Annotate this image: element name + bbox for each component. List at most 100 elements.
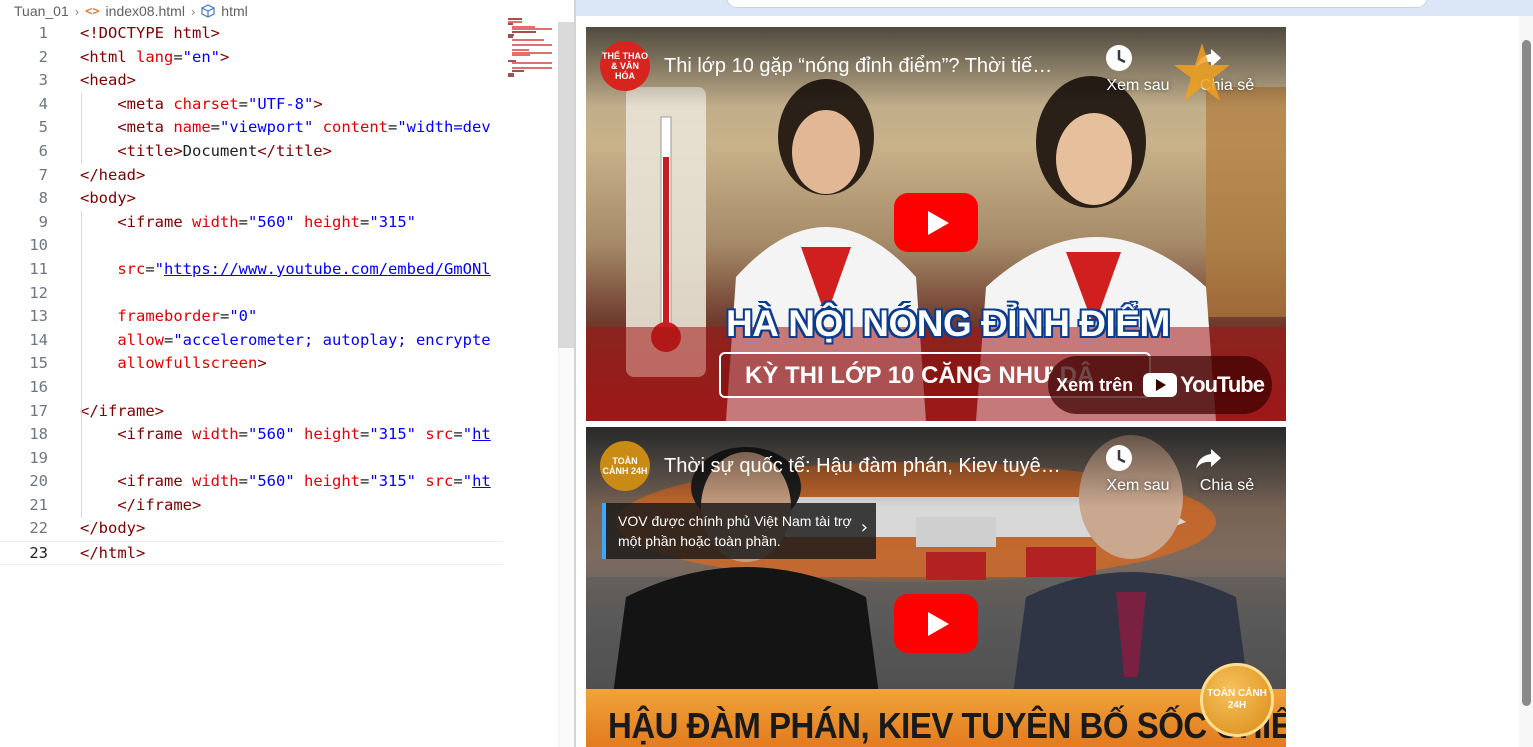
video-headline-2: HẬU ĐÀM PHÁN, KIEV TUYÊN BỐ SỐC CHIẾN DỊ… — [608, 705, 1286, 746]
line-number: 5 — [38, 118, 48, 137]
code-line[interactable]: 23 </html> — [0, 541, 503, 565]
line-number: 12 — [29, 283, 48, 302]
channel-avatar-2[interactable]: TOÀN CẢNH 24H — [600, 441, 650, 491]
code-lines[interactable]: 1 <!DOCTYPE html> 2 <html lang="en"> 3 <head>… — [0, 22, 503, 565]
video-headline-1: HÀ NỘI NÓNG ĐỈNH ĐIỂM — [726, 303, 1170, 344]
line-number: 7 — [38, 165, 48, 184]
code-line[interactable]: 21 </iframe> — [0, 494, 503, 518]
line-text: </body> — [80, 519, 146, 538]
browser-scrollbar[interactable] — [1519, 16, 1533, 747]
line-text: <body> — [80, 189, 136, 208]
line-number: 6 — [38, 141, 48, 160]
code-line[interactable]: 17 </iframe> — [0, 400, 503, 424]
code-angle-icon: <> — [85, 4, 100, 18]
address-bar[interactable] — [726, 0, 1428, 8]
line-number: 1 — [38, 24, 48, 42]
code-editor: Tuan_01 › <> index08.html › html 1 <!DOCT… — [0, 0, 574, 747]
code-line[interactable]: 8 <body> — [0, 187, 503, 211]
browser-scrollbar-thumb[interactable] — [1522, 40, 1531, 706]
video-title-2[interactable]: Thời sự quốc tế: Hậu đàm phán, Kiev tuyê… — [664, 455, 1094, 478]
play-icon — [927, 611, 949, 636]
chevron-right-icon: › — [190, 3, 196, 19]
line-number: 22 — [29, 519, 48, 538]
minimap-line — [512, 54, 530, 57]
line-text: <html lang="en"> — [80, 47, 230, 66]
line-text: <meta charset="UTF-8"> — [117, 94, 323, 113]
line-number: 23 — [29, 544, 48, 563]
watch-on-youtube-button[interactable]: Xem trên YouTube — [1048, 356, 1272, 414]
watch-later-button-2[interactable]: Xem sau — [1102, 441, 1174, 495]
line-number: 4 — [38, 94, 48, 113]
breadcrumb-folder[interactable]: Tuan_01 — [14, 3, 69, 19]
browser-toolbar — [576, 0, 1533, 16]
code-line[interactable]: 22 </body> — [0, 517, 503, 541]
line-text: <iframe width="560" height="315" — [117, 212, 417, 231]
watch-later-label: Xem sau — [1106, 77, 1170, 94]
line-number: 2 — [38, 47, 48, 66]
line-number: 14 — [29, 330, 48, 349]
code-line[interactable]: 10 — [0, 234, 503, 258]
line-number: 8 — [38, 189, 48, 208]
indent-guide — [81, 210, 82, 518]
line-number: 19 — [29, 448, 48, 467]
line-text: <title>Document</title> — [117, 141, 332, 160]
clock-icon — [1106, 445, 1132, 471]
editor-scrollbar-thumb[interactable] — [558, 22, 574, 348]
watch-on-label: Xem trên — [1056, 374, 1134, 395]
play-button-1[interactable] — [894, 193, 978, 252]
youtube-embed-1[interactable]: THỂ THAO & VĂN HÓA Thi lớp 10 gặp “nóng … — [586, 27, 1286, 421]
indent-guide — [81, 92, 82, 164]
channel-avatar-1[interactable]: THỂ THAO & VĂN HÓA — [600, 41, 650, 91]
code-line[interactable]: 11 src="https://www.youtube.com/embed/Gm… — [0, 258, 503, 282]
line-number: 15 — [29, 354, 48, 373]
line-text: </iframe> — [117, 495, 202, 514]
line-number: 10 — [29, 236, 48, 255]
code-line[interactable]: 4 <meta charset="UTF-8"> — [0, 93, 503, 117]
cube-icon — [201, 4, 215, 18]
chevron-right-icon: › — [860, 517, 868, 538]
minimap-line — [512, 62, 552, 65]
watch-later-button-1[interactable]: Xem sau — [1102, 41, 1174, 95]
youtube-embed-2[interactable]: TOÀN CẢNH 24H Thời sự quốc tế: Hậu đàm p… — [586, 427, 1286, 747]
code-line[interactable]: 7 </head> — [0, 164, 503, 188]
chevron-right-icon: › — [74, 3, 80, 19]
line-text: </head> — [80, 165, 146, 184]
share-icon — [1196, 449, 1221, 469]
youtube-wordmark: YouTube — [1180, 372, 1265, 397]
line-text: frameborder="0" — [117, 307, 258, 326]
line-number: 21 — [29, 495, 48, 514]
line-number: 16 — [29, 377, 48, 396]
line-number: 3 — [38, 71, 48, 90]
line-text: </html> — [80, 544, 146, 563]
funding-notice-panel[interactable]: VOV được chính phủ Việt Nam tài trợ một … — [602, 503, 876, 559]
share-button-2[interactable]: Chia sẻ — [1191, 441, 1263, 495]
code-line[interactable]: 2 <html lang="en"> — [0, 46, 503, 70]
code-line[interactable]: 12 — [0, 282, 503, 306]
play-button-2[interactable] — [894, 594, 978, 653]
line-text: </iframe> — [80, 401, 164, 420]
code-line[interactable]: 15 allowfullscreen> — [0, 352, 503, 376]
code-line[interactable]: 6 <title>Document</title> — [0, 140, 503, 164]
code-line[interactable]: 3 <head> — [0, 69, 503, 93]
code-line[interactable]: 14 allow="accelerometer; autoplay; encry… — [0, 329, 503, 353]
funding-notice-text: VOV được chính phủ Việt Nam tài trợ một … — [618, 513, 852, 549]
code-line[interactable]: 20 <iframe width="560" height="315" src=… — [0, 470, 503, 494]
code-line[interactable]: 13 frameborder="0" — [0, 305, 503, 329]
line-text: <head> — [80, 71, 136, 90]
minimap-line — [512, 44, 552, 46]
youtube-logo: YouTube — [1143, 372, 1265, 398]
video-subheadline-1: KỲ THI LỚP 10 CĂNG NHƯ DÂ — [745, 362, 1095, 389]
screen: Tuan_01 › <> index08.html › html 1 <!DOCT… — [0, 0, 1533, 747]
minimap[interactable] — [508, 18, 558, 78]
line-number: 11 — [29, 259, 48, 278]
breadcrumb-symbol[interactable]: html — [221, 3, 247, 19]
breadcrumb-file[interactable]: index08.html — [106, 3, 185, 19]
code-line[interactable]: 19 — [0, 447, 503, 471]
code-line[interactable]: 18 <iframe width="560" height="315" src=… — [0, 423, 503, 447]
code-line[interactable]: 5 <meta name="viewport" content="width=d… — [0, 116, 503, 140]
code-line[interactable]: 16 — [0, 376, 503, 400]
code-line[interactable]: 9 <iframe width="560" height="315" — [0, 211, 503, 235]
code-line[interactable]: 1 <!DOCTYPE html> — [0, 22, 503, 46]
channel-watermark-label: TOÀN CẢNH 24H — [1207, 688, 1267, 711]
video-title-1[interactable]: Thi lớp 10 gặp “nóng đỉnh điểm”? Thời ti… — [664, 55, 1094, 78]
